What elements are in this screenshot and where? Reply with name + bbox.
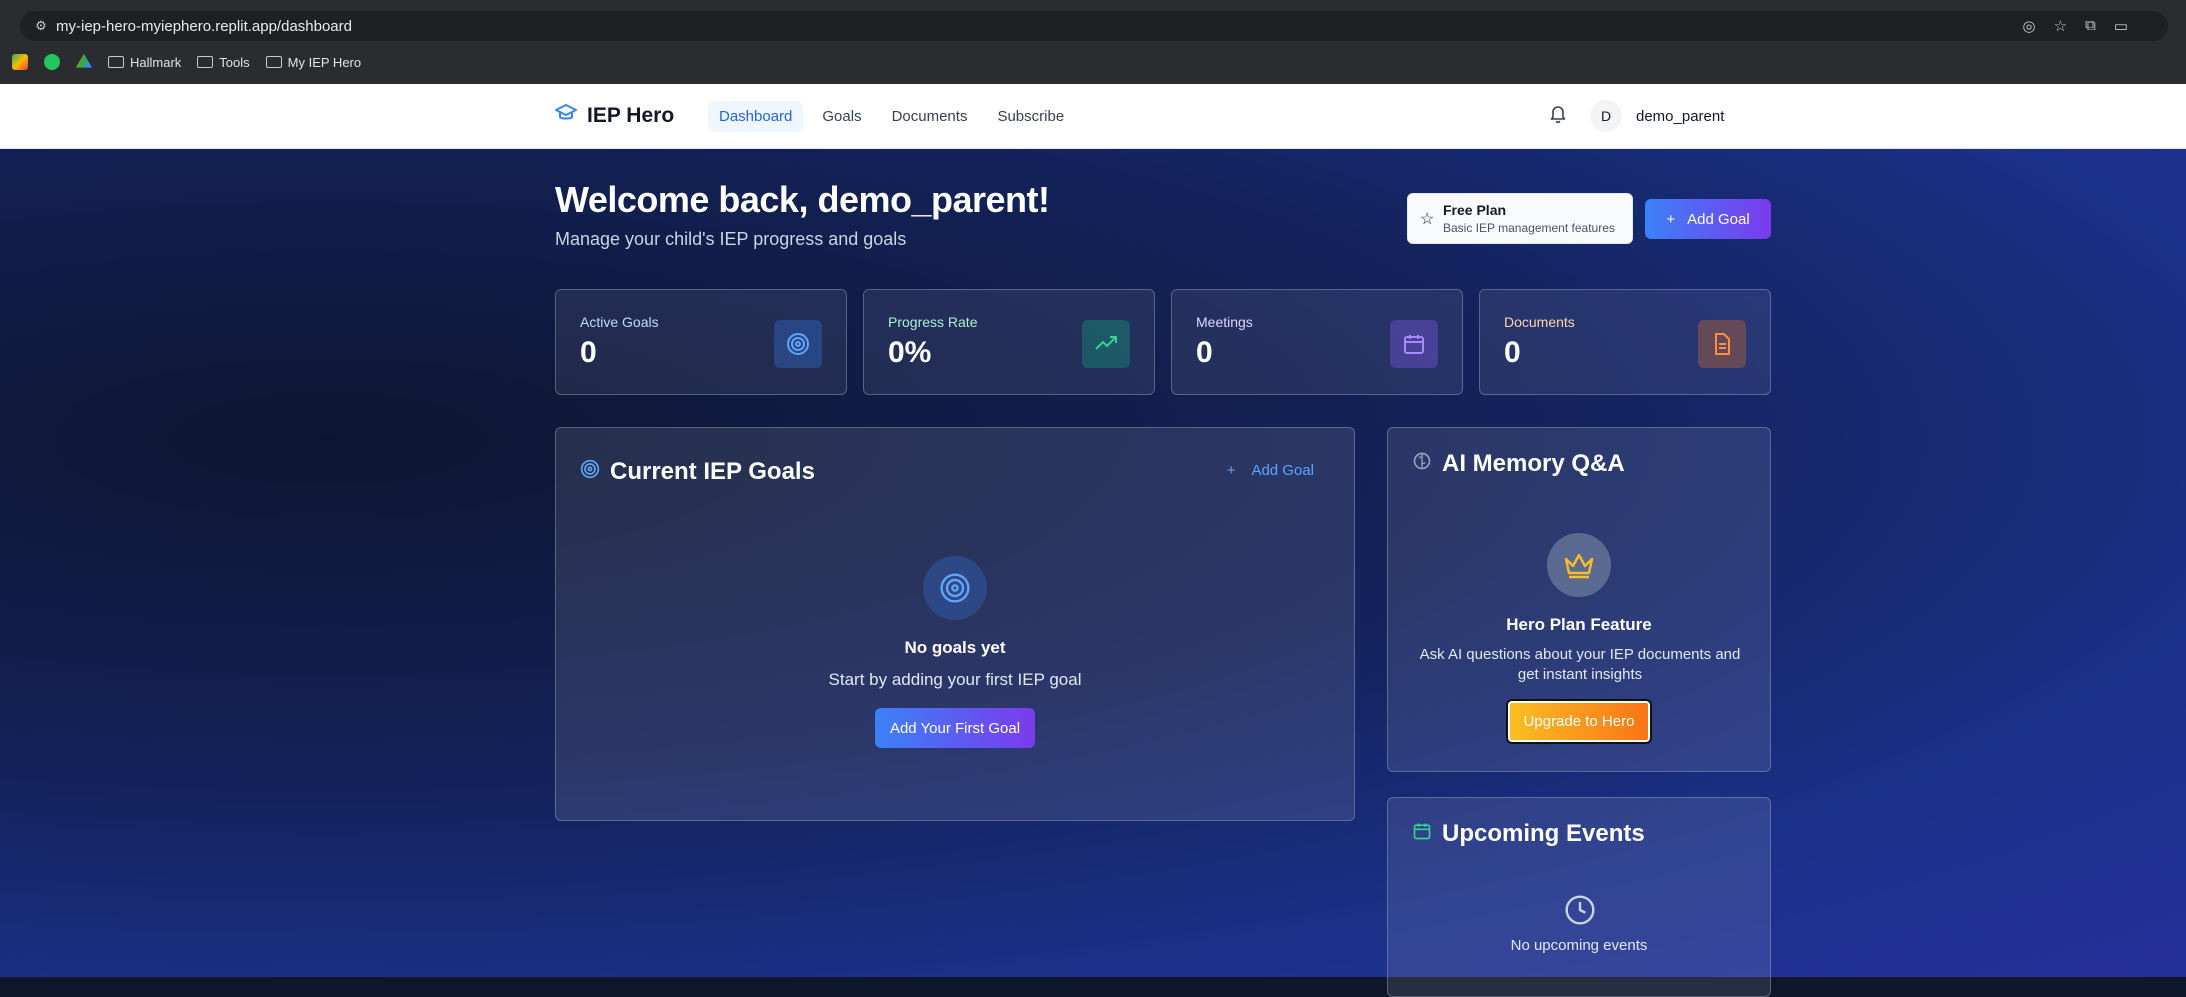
nav-documents[interactable]: Documents	[881, 101, 979, 132]
ai-memory-card: AI Memory Q&A Hero Plan Feature Ask AI q…	[1387, 427, 1771, 772]
trending-up-icon	[1082, 320, 1130, 368]
stat-label: Active Goals	[580, 314, 659, 330]
bookmark-folder-hallmark[interactable]: Hallmark	[108, 55, 181, 70]
target-icon	[774, 320, 822, 368]
dashboard-main: Welcome back, demo_parent! Manage your c…	[0, 149, 2186, 997]
extensions-icon[interactable]: ⧉	[2085, 17, 2096, 35]
hero-feature-description: Ask AI questions about your IEP document…	[1419, 646, 1741, 683]
goals-card-title: Current IEP Goals	[580, 458, 815, 486]
stat-label: Progress Rate	[888, 314, 978, 330]
upgrade-to-hero-button[interactable]: Upgrade to Hero	[1506, 699, 1652, 744]
bookmarks-bar: Hallmark Tools My IEP Hero	[0, 48, 2186, 76]
stat-label: Meetings	[1196, 314, 1253, 330]
hero-feature-title: Hero Plan Feature	[1506, 615, 1652, 634]
bookmark-favicon-1[interactable]	[12, 54, 28, 70]
crown-icon	[1547, 533, 1611, 597]
app-header: IEP Hero Dashboard Goals Documents Subsc…	[0, 84, 2186, 149]
url-text[interactable]: my-iep-hero-myiephero.replit.app/dashboa…	[56, 18, 352, 35]
current-goals-card: Current IEP Goals + Add Goal No goals ye…	[555, 427, 1355, 821]
username[interactable]: demo_parent	[1636, 108, 1724, 125]
stat-value: 0	[1504, 336, 1521, 369]
no-events-text: No upcoming events	[1510, 937, 1648, 954]
stat-value: 0	[1196, 336, 1213, 369]
bookmark-favicon-2[interactable]	[44, 54, 60, 70]
empty-goals-target-icon	[923, 556, 987, 620]
calendar-icon	[1412, 820, 1432, 848]
nav-dashboard[interactable]: Dashboard	[708, 101, 804, 132]
stat-value: 0	[580, 336, 597, 369]
stat-label: Documents	[1504, 314, 1575, 330]
calendar-icon	[1390, 320, 1438, 368]
folder-icon	[265, 56, 282, 68]
target-icon	[580, 458, 600, 486]
bell-icon[interactable]	[1550, 105, 1566, 128]
add-goal-button[interactable]: + Add Goal	[1645, 199, 1771, 239]
bookmark-star-icon[interactable]: ☆	[2054, 17, 2067, 35]
brand-name: IEP Hero	[587, 104, 675, 127]
events-card-title: Upcoming Events	[1412, 820, 1645, 848]
empty-goals-text: Start by adding your first IEP goal	[828, 670, 1082, 689]
add-first-goal-button[interactable]: Add Your First Goal	[875, 708, 1035, 748]
eye-off-icon[interactable]: ◎	[2023, 17, 2036, 35]
brain-icon	[1412, 450, 1432, 478]
plan-name: Free Plan	[1443, 202, 1507, 218]
folder-icon	[108, 56, 124, 68]
brand-logo[interactable]: IEP Hero	[555, 104, 674, 128]
welcome-section: Welcome back, demo_parent! Manage your c…	[555, 179, 1050, 250]
stat-card-active-goals: Active Goals 0	[555, 289, 847, 395]
plus-icon: +	[1226, 462, 1236, 479]
goals-add-goal-link[interactable]: + Add Goal	[1227, 462, 1314, 479]
document-icon	[1698, 320, 1746, 368]
stat-card-progress-rate: Progress Rate 0%	[863, 289, 1155, 395]
bookmark-folder-my-iep-hero[interactable]: My IEP Hero	[265, 55, 361, 70]
nav-subscribe[interactable]: Subscribe	[986, 101, 1075, 132]
nav-goals[interactable]: Goals	[811, 101, 872, 132]
browser-chrome: ⚙ my-iep-hero-myiephero.replit.app/dashb…	[0, 0, 2186, 84]
page-subtitle: Manage your child's IEP progress and goa…	[555, 229, 907, 249]
upcoming-events-card: Upcoming Events No upcoming events	[1387, 797, 1771, 997]
google-drive-bookmark[interactable]	[76, 54, 92, 70]
cast-icon[interactable]: ▭	[2114, 17, 2128, 35]
graduation-cap-icon	[555, 104, 577, 128]
plus-icon: +	[1666, 210, 1676, 228]
folder-icon	[197, 56, 214, 68]
star-icon: ☆	[1420, 211, 1435, 228]
main-nav: Dashboard Goals Documents Subscribe	[708, 101, 1075, 132]
stat-card-meetings: Meetings 0	[1171, 289, 1463, 395]
bookmark-folder-tools[interactable]: Tools	[197, 55, 250, 70]
empty-goals-title: No goals yet	[904, 638, 1006, 657]
site-info-icon[interactable]: ⚙	[26, 18, 56, 34]
clock-icon	[1564, 894, 1596, 931]
plan-badge: ☆ Free Plan Basic IEP management feature…	[1407, 193, 1633, 244]
ai-card-title: AI Memory Q&A	[1412, 450, 1625, 478]
avatar[interactable]: D	[1590, 100, 1622, 132]
stat-value: 0%	[888, 336, 932, 369]
address-bar[interactable]: ⚙ my-iep-hero-myiephero.replit.app/dashb…	[20, 11, 2168, 41]
stat-card-documents: Documents 0	[1479, 289, 1771, 395]
plan-description: Basic IEP management features	[1443, 221, 1615, 235]
page-title: Welcome back, demo_parent!	[555, 179, 1050, 220]
